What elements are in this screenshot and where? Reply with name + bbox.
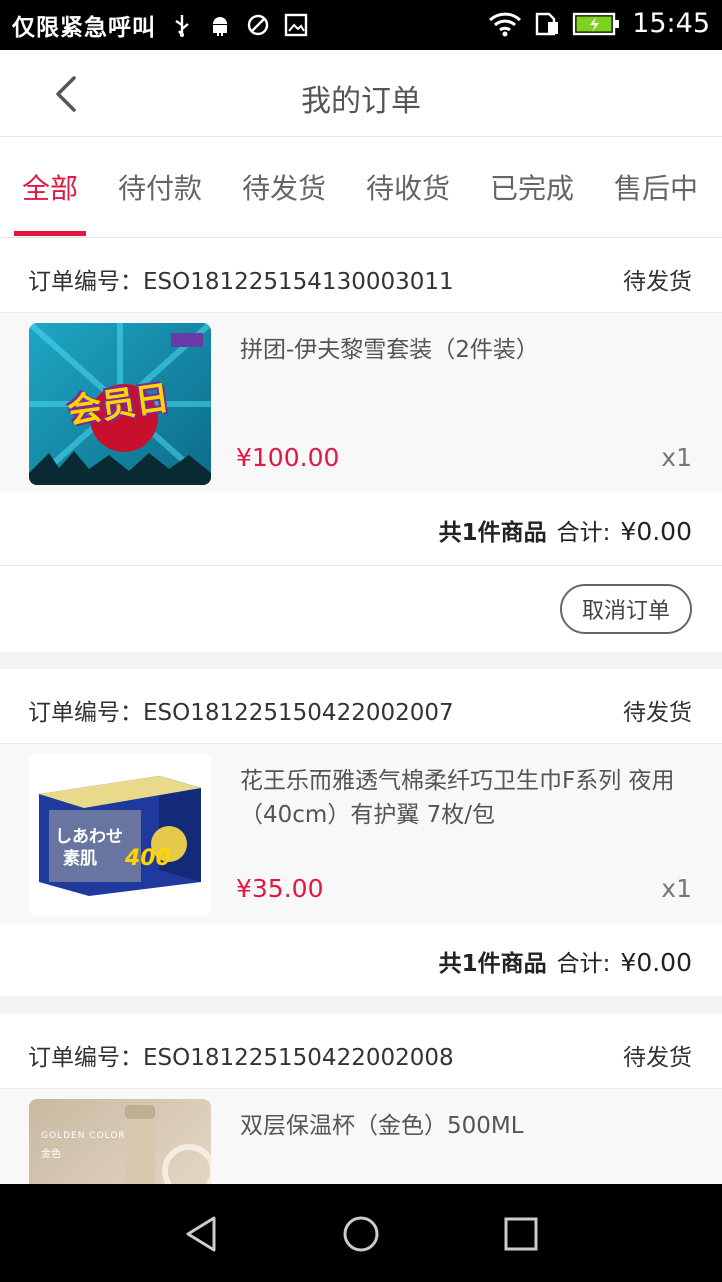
circle-home-icon: [343, 1216, 379, 1252]
order-number: 订单编号：ESO181225150422002008: [28, 1045, 454, 1071]
order-card[interactable]: 订单编号：ESO181225150422002008 待发货 GOLDEN CO…: [0, 1014, 722, 1184]
order-number: 订单编号：ESO181225154130003011: [28, 269, 454, 295]
active-tab-indicator: [14, 231, 86, 236]
status-bar: 仅限紧急呼叫 15:45: [0, 0, 722, 50]
usb-icon: [170, 13, 194, 37]
nav-home-button[interactable]: [341, 1214, 381, 1254]
system-nav-bar: [0, 1184, 722, 1282]
product-image-text: 素肌: [63, 849, 97, 869]
product-price: ¥100.00: [236, 443, 340, 472]
order-status: 待发货: [623, 1045, 692, 1071]
page-title: 我的订单: [301, 84, 421, 119]
total-amount: ¥0.00: [620, 948, 692, 977]
product-name: 双层保温杯（金色）500ML: [240, 1113, 524, 1139]
order-number: 订单编号：ESO181225150422002007: [28, 700, 454, 726]
total-label: 合计:: [556, 520, 611, 546]
order-item[interactable]: GOLDEN COLOR 金色 双层保温杯（金色）500ML: [0, 1089, 722, 1184]
order-header: 订单编号：ESO181225154130003011 待发货: [0, 238, 722, 313]
order-status: 待发货: [623, 269, 692, 295]
product-image: GOLDEN COLOR 金色: [29, 1099, 211, 1184]
order-tabs: 全部 待付款 待发货 待收货 已完成 售后中: [0, 137, 722, 238]
order-card[interactable]: 订单编号：ESO181225150422002007 待发货 しあわせ 素肌 4…: [0, 669, 722, 996]
carrier-label: 仅限紧急呼叫: [12, 15, 156, 41]
product-image: しあわせ 素肌 400: [29, 754, 211, 916]
order-actions: 取消订单: [0, 566, 722, 652]
order-card[interactable]: 订单编号：ESO181225154130003011 待发货 会员日 拼团-伊夫…: [0, 238, 722, 652]
nav-back-button[interactable]: [182, 1214, 222, 1254]
data-saver-icon: [246, 13, 270, 37]
item-count: 共1件商品: [438, 951, 547, 977]
battery-icon: [572, 12, 620, 36]
square-recents-icon: [504, 1217, 538, 1251]
android-icon: [208, 13, 232, 37]
product-image-text: 400: [125, 846, 171, 871]
product-quantity: x1: [661, 874, 692, 903]
sim-icon: [534, 12, 560, 36]
product-price: ¥35.00: [236, 874, 324, 903]
image-icon: [284, 13, 308, 37]
tab-all[interactable]: 全部: [22, 167, 78, 207]
triangle-back-icon: [186, 1216, 216, 1252]
product-image: 会员日: [29, 323, 211, 485]
tab-pending-receipt[interactable]: 待收货: [366, 167, 450, 207]
tab-completed[interactable]: 已完成: [490, 167, 574, 207]
tab-pending-payment[interactable]: 待付款: [118, 167, 202, 207]
order-summary: 共1件商品 合计: ¥0.00: [0, 493, 722, 566]
total-amount: ¥0.00: [620, 517, 692, 546]
product-name: 拼团-伊夫黎雪套装（2件装）: [240, 337, 539, 363]
order-status: 待发货: [623, 700, 692, 726]
app-header: 我的订单: [0, 50, 722, 137]
order-item[interactable]: 会员日 拼团-伊夫黎雪套装（2件装） ¥100.00 x1: [0, 313, 722, 493]
clock: 15:45: [632, 8, 710, 39]
total-label: 合计:: [556, 951, 611, 977]
tab-pending-shipment[interactable]: 待发货: [242, 167, 326, 207]
order-summary: 共1件商品 合计: ¥0.00: [0, 924, 722, 996]
order-header: 订单编号：ESO181225150422002008 待发货: [0, 1014, 722, 1089]
order-item[interactable]: しあわせ 素肌 400 花王乐而雅透气棉柔纤巧卫生巾F系列 夜用（40cm）有护…: [0, 744, 722, 924]
product-name: 花王乐而雅透气棉柔纤巧卫生巾F系列 夜用（40cm）有护翼 7枚/包: [240, 768, 675, 828]
item-count: 共1件商品: [438, 520, 547, 546]
order-header: 订单编号：ESO181225150422002007 待发货: [0, 669, 722, 744]
cancel-order-button[interactable]: 取消订单: [560, 584, 692, 634]
product-quantity: x1: [661, 443, 692, 472]
wifi-icon: [488, 12, 522, 36]
tab-after-sales[interactable]: 售后中: [614, 167, 698, 207]
nav-recents-button[interactable]: [501, 1214, 541, 1254]
